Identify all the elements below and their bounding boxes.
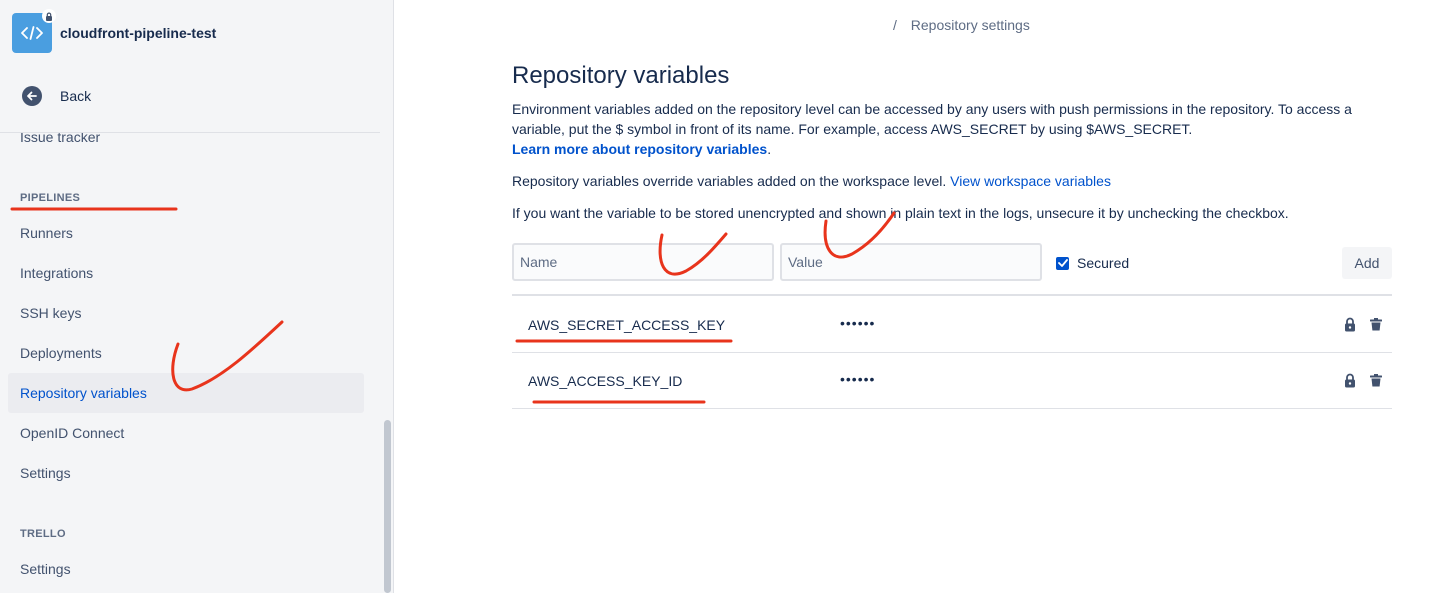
trash-icon[interactable] <box>1368 316 1384 332</box>
repo-avatar <box>12 9 56 53</box>
scrollbar-thumb[interactable] <box>384 420 391 593</box>
description-paragraph: Environment variables added on the repos… <box>512 99 1392 159</box>
trash-icon[interactable] <box>1368 372 1384 388</box>
name-input[interactable] <box>512 243 774 281</box>
sidebar-item-repository-variables[interactable]: Repository variables <box>8 373 364 413</box>
lock-icon[interactable] <box>1342 316 1358 332</box>
breadcrumb-current[interactable]: Repository settings <box>911 17 1030 33</box>
row-divider <box>512 408 1392 409</box>
breadcrumb-separator: / <box>893 17 897 33</box>
back-label: Back <box>60 88 92 104</box>
sidebar-item-deployments[interactable]: Deployments <box>8 333 364 373</box>
arrow-left-icon <box>22 86 42 106</box>
checkmark-icon <box>1057 259 1068 267</box>
lock-icon[interactable] <box>1342 372 1358 388</box>
sidebar-item-integrations[interactable]: Integrations <box>8 253 364 293</box>
variable-row: AWS_SECRET_ACCESS_KEY •••••• <box>512 296 1392 352</box>
unsecure-paragraph: If you want the variable to be stored un… <box>512 205 1289 221</box>
variable-name: AWS_ACCESS_KEY_ID <box>528 373 683 389</box>
sidebar: cloudfront-pipeline-test Back Issue trac… <box>0 0 394 593</box>
view-workspace-variables-link[interactable]: View workspace variables <box>950 173 1111 189</box>
secured-checkbox[interactable] <box>1056 256 1069 270</box>
sidebar-item-openid-connect[interactable]: OpenID Connect <box>8 413 364 453</box>
sidebar-scrollbar[interactable] <box>381 132 394 593</box>
repo-name: cloudfront-pipeline-test <box>60 25 217 41</box>
section-heading-trello: TRELLO <box>20 528 66 540</box>
sidebar-item-settings[interactable]: Settings <box>8 453 364 493</box>
sidebar-nav: Issue tracker PIPELINES Runners Integrat… <box>0 122 380 593</box>
secured-label: Secured <box>1077 255 1130 271</box>
value-input[interactable] <box>780 243 1042 281</box>
breadcrumb: / Repository settings <box>893 17 1030 33</box>
page-title: Repository variables <box>512 62 730 89</box>
sidebar-item-trello-settings[interactable]: Settings <box>8 549 364 589</box>
override-paragraph: Repository variables override variables … <box>512 171 1392 191</box>
back-button[interactable]: Back <box>22 86 91 106</box>
sidebar-item-issue-tracker[interactable]: Issue tracker <box>8 122 364 157</box>
override-text: Repository variables override variables … <box>512 173 947 189</box>
sidebar-item-runners[interactable]: Runners <box>8 213 364 253</box>
repo-header[interactable]: cloudfront-pipeline-test <box>12 9 217 53</box>
description-text: Environment variables added on the repos… <box>512 101 1352 137</box>
private-lock-icon <box>42 9 56 23</box>
variable-value-masked: •••••• <box>840 315 876 331</box>
secured-checkbox-group[interactable]: Secured <box>1056 255 1129 271</box>
learn-more-link[interactable]: Learn more about repository variables <box>512 141 767 157</box>
variable-value-masked: •••••• <box>840 371 876 387</box>
variable-row: AWS_ACCESS_KEY_ID •••••• <box>512 352 1392 408</box>
sidebar-item-ssh-keys[interactable]: SSH keys <box>8 293 364 333</box>
description-period: . <box>767 141 772 157</box>
section-heading-pipelines: PIPELINES <box>20 192 81 204</box>
variable-name: AWS_SECRET_ACCESS_KEY <box>528 317 726 333</box>
code-icon <box>21 26 43 40</box>
add-variable-button[interactable]: Add <box>1342 247 1392 279</box>
sidebar-divider <box>0 132 380 133</box>
